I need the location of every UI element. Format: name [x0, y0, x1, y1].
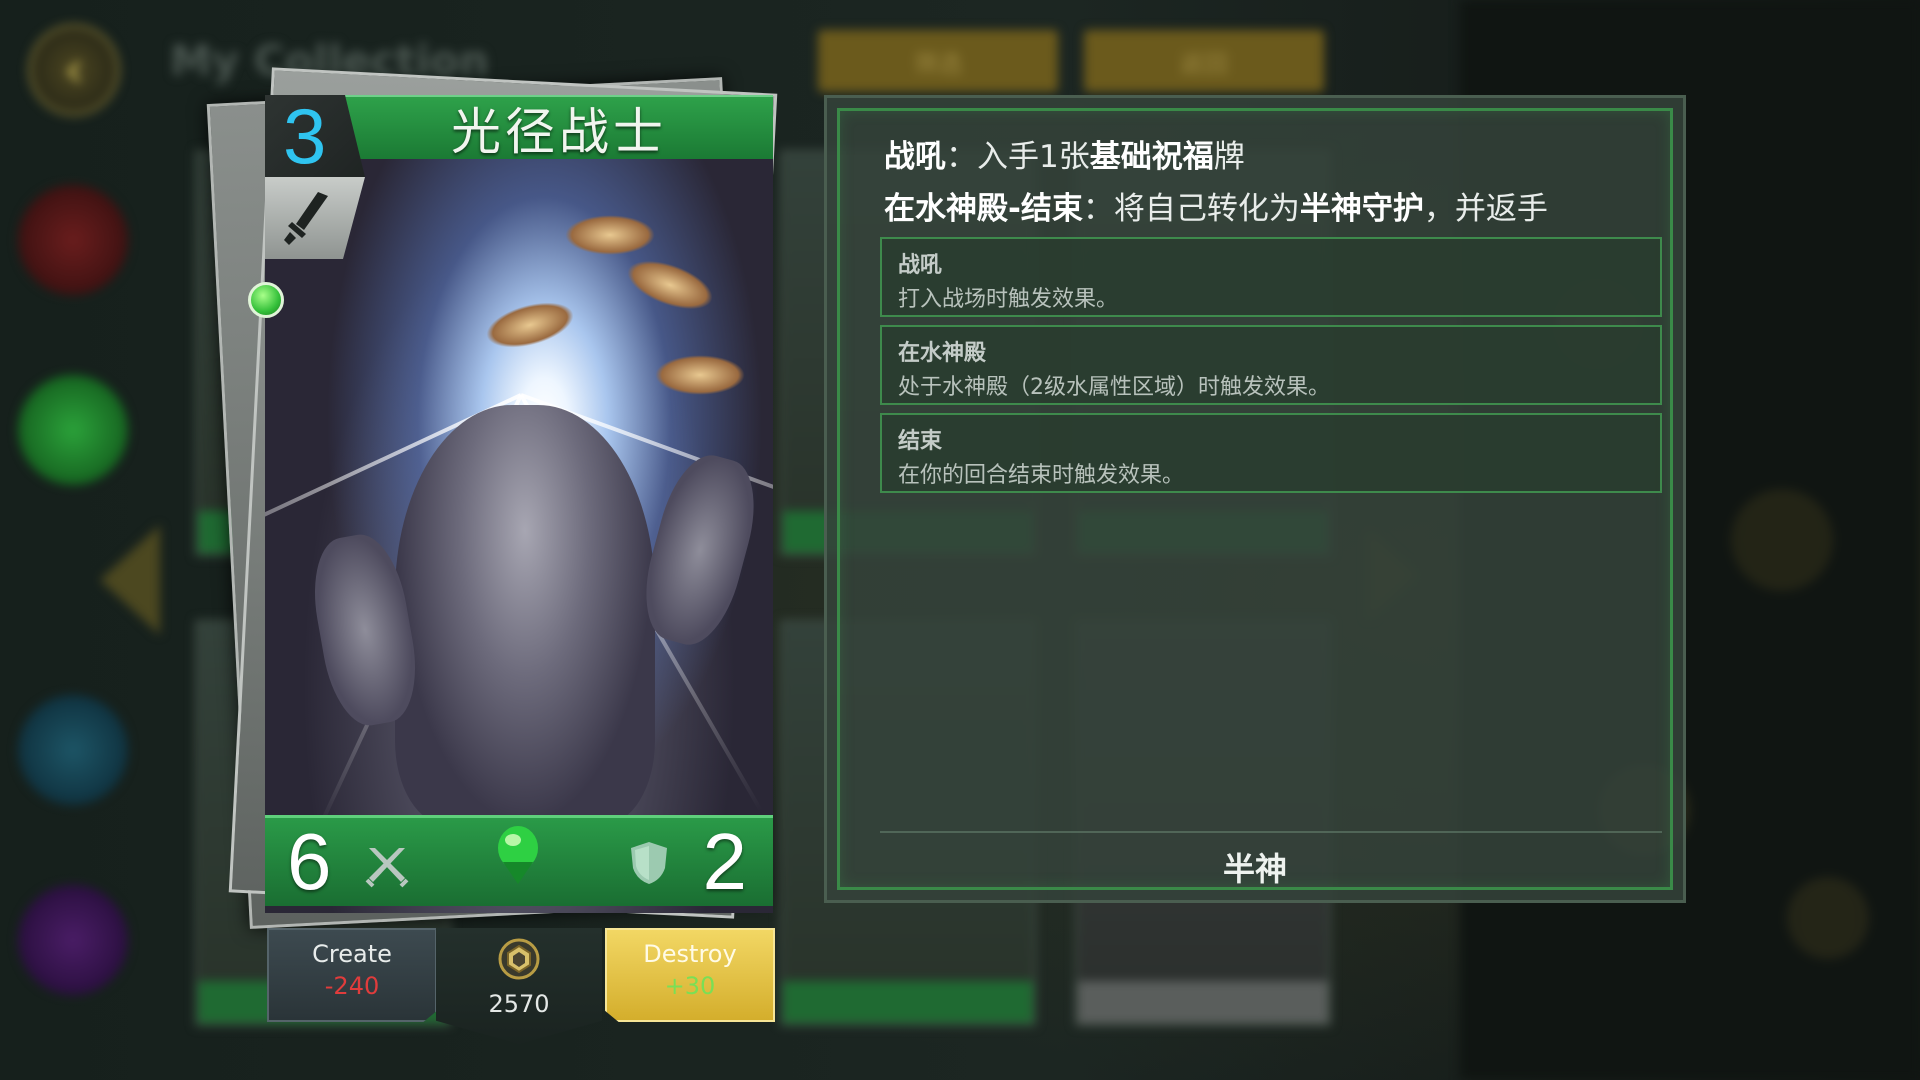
keyword-title: 在水神殿 — [898, 341, 987, 366]
green-gem-icon — [498, 826, 538, 884]
keyword-tooltip: 战吼 打入战场时触发效果。 — [880, 237, 1662, 317]
card-description-panel: 战吼：入手1张基础祝福牌 在水神殿-结束：将自己转化为半神守护，并返手 战吼 打… — [824, 95, 1686, 903]
prev-page-arrow-icon[interactable] — [100, 525, 160, 635]
ability-line-2: 在水神殿-结束：将自己转化为半神守护，并返手 — [884, 191, 1548, 227]
destroy-label: Destroy — [643, 940, 737, 968]
nature-faction-icon[interactable] — [18, 375, 128, 485]
card-status-indicator — [248, 282, 284, 318]
dust-balance-panel: 2570 — [436, 928, 602, 1044]
create-card-button[interactable]: Create -240 — [267, 928, 437, 1022]
keyword-title: 结束 — [898, 429, 943, 454]
return-tab[interactable]: 返回 — [1084, 30, 1324, 92]
description-frame: 战吼：入手1张基础祝福牌 在水神殿-结束：将自己转化为半神守护，并返手 战吼 打… — [837, 108, 1673, 890]
attack-value: 6 — [287, 817, 332, 906]
destroy-card-button[interactable]: Destroy +30 — [605, 928, 775, 1022]
keyword-title: 战吼 — [898, 253, 943, 278]
destroy-gain: +30 — [664, 972, 716, 1000]
keyword-text: 处于水神殿（2级水属性区域）时触发效果。 — [898, 375, 1330, 400]
create-cost: -240 — [324, 972, 380, 1000]
shadow-faction-icon[interactable] — [18, 885, 128, 995]
keyword-tooltip: 结束 在你的回合结束时触发效果。 — [880, 413, 1662, 493]
filter-tab[interactable]: 筛选 — [818, 30, 1058, 92]
dust-count: 2570 — [488, 990, 550, 1018]
fire-faction-icon[interactable] — [18, 185, 128, 295]
card-detail: 光径战士 3 6 2 — [265, 95, 773, 913]
card-tribe: 半神 — [1222, 850, 1287, 888]
back-button[interactable]: ‹ — [28, 24, 120, 116]
keyword-text: 在你的回合结束时触发效果。 — [898, 463, 1185, 488]
keyword-text: 打入战场时触发效果。 — [898, 287, 1119, 312]
card-name: 光径战士 — [345, 95, 773, 161]
create-label: Create — [312, 940, 392, 968]
card-stat-bar: 6 2 — [265, 815, 773, 906]
back-arrow-icon: ‹ — [63, 40, 85, 100]
sword-icon — [284, 192, 328, 245]
ability-line-1: 战吼：入手1张基础祝福牌 — [884, 139, 1245, 175]
health-shield-icon — [631, 842, 667, 884]
tribe-divider — [880, 831, 1662, 833]
attack-swords-icon — [365, 848, 409, 888]
keyword-tooltip: 在水神殿 处于水神殿（2级水属性区域）时触发效果。 — [880, 325, 1662, 405]
water-faction-icon[interactable] — [18, 695, 128, 805]
game-screen: ‹ My Collection 筛选 返回 光径战士 3 6 2 Create … — [0, 0, 1920, 1080]
health-value: 2 — [702, 817, 748, 906]
card-artwork — [265, 155, 773, 913]
dust-currency-icon — [498, 938, 540, 980]
